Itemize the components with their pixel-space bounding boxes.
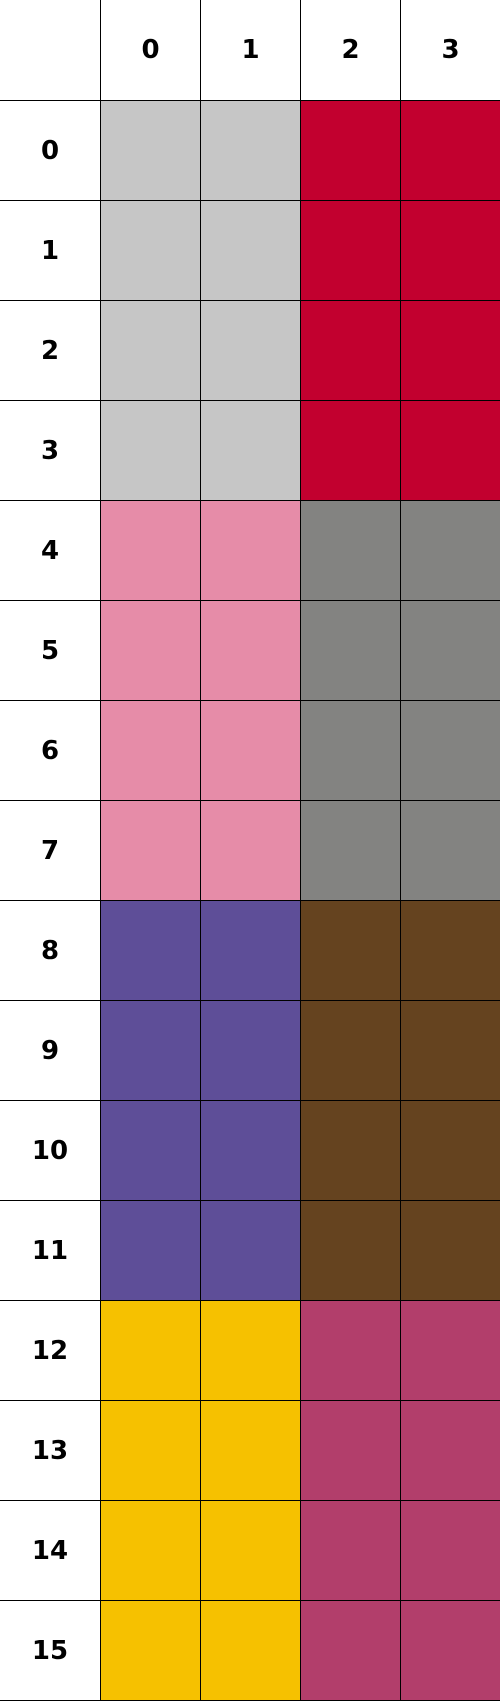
grid-cell-r8-c2 xyxy=(300,900,401,1001)
grid-cell-r12-c1 xyxy=(200,1300,301,1401)
grid-cell-r12-c2 xyxy=(300,1300,401,1401)
grid-cell-r15-c2 xyxy=(300,1600,401,1701)
row-header-11: 11 xyxy=(0,1200,101,1301)
grid-cell-r1-c0 xyxy=(100,200,201,301)
grid-cell-r14-c1 xyxy=(200,1500,301,1601)
grid-cell-r6-c0 xyxy=(100,700,201,801)
row-header-0: 0 xyxy=(0,100,101,201)
grid-cell-r6-c1 xyxy=(200,700,301,801)
grid-cell-r13-c0 xyxy=(100,1400,201,1501)
grid-cell-r5-c3 xyxy=(400,600,500,701)
row-header-5: 5 xyxy=(0,600,101,701)
grid-cell-r14-c2 xyxy=(300,1500,401,1601)
grid-cell-r7-c1 xyxy=(200,800,301,901)
row-header-6: 6 xyxy=(0,700,101,801)
grid-cell-r10-c3 xyxy=(400,1100,500,1201)
grid-cell-r13-c2 xyxy=(300,1400,401,1501)
row-header-14: 14 xyxy=(0,1500,101,1601)
row-header-15: 15 xyxy=(0,1600,101,1701)
grid-cell-r10-c2 xyxy=(300,1100,401,1201)
grid-cell-r11-c0 xyxy=(100,1200,201,1301)
grid-cell-r3-c0 xyxy=(100,400,201,501)
grid-cell-r6-c3 xyxy=(400,700,500,801)
grid-cell-r2-c0 xyxy=(100,300,201,401)
grid-cell-r4-c0 xyxy=(100,500,201,601)
row-header-8: 8 xyxy=(0,900,101,1001)
grid-cell-r3-c2 xyxy=(300,400,401,501)
grid-cell-r9-c3 xyxy=(400,1000,500,1101)
column-header-0: 0 xyxy=(100,0,201,101)
grid-cell-r8-c1 xyxy=(200,900,301,1001)
row-header-13: 13 xyxy=(0,1400,101,1501)
grid-cell-r0-c1 xyxy=(200,100,301,201)
grid-cell-r7-c0 xyxy=(100,800,201,901)
grid-cell-r15-c0 xyxy=(100,1600,201,1701)
grid-cell-r5-c0 xyxy=(100,600,201,701)
grid-cell-r11-c3 xyxy=(400,1200,500,1301)
grid-cell-r5-c2 xyxy=(300,600,401,701)
grid-cell-r7-c3 xyxy=(400,800,500,901)
grid-cell-r9-c0 xyxy=(100,1000,201,1101)
grid-cell-r14-c0 xyxy=(100,1500,201,1601)
row-header-9: 9 xyxy=(0,1000,101,1101)
grid-cell-r11-c1 xyxy=(200,1200,301,1301)
grid-cell-r9-c1 xyxy=(200,1000,301,1101)
grid-cell-r10-c1 xyxy=(200,1100,301,1201)
grid-cell-r3-c1 xyxy=(200,400,301,501)
column-header-1: 1 xyxy=(200,0,301,101)
row-header-1: 1 xyxy=(0,200,101,301)
grid-cell-r15-c1 xyxy=(200,1600,301,1701)
grid-cell-r1-c2 xyxy=(300,200,401,301)
grid-cell-r6-c2 xyxy=(300,700,401,801)
grid-cell-r1-c3 xyxy=(400,200,500,301)
grid-cell-r4-c3 xyxy=(400,500,500,601)
row-header-10: 10 xyxy=(0,1100,101,1201)
grid-cell-r13-c3 xyxy=(400,1400,500,1501)
grid-cell-r9-c2 xyxy=(300,1000,401,1101)
corner-cell xyxy=(0,0,101,101)
grid-cell-r2-c1 xyxy=(200,300,301,401)
row-header-12: 12 xyxy=(0,1300,101,1401)
grid-cell-r8-c3 xyxy=(400,900,500,1001)
grid-cell-r15-c3 xyxy=(400,1600,500,1701)
grid-cell-r4-c1 xyxy=(200,500,301,601)
grid-cell-r7-c2 xyxy=(300,800,401,901)
grid-cell-r10-c0 xyxy=(100,1100,201,1201)
grid-cell-r0-c2 xyxy=(300,100,401,201)
grid-cell-r4-c2 xyxy=(300,500,401,601)
row-header-7: 7 xyxy=(0,800,101,901)
grid-cell-r12-c3 xyxy=(400,1300,500,1401)
row-header-3: 3 xyxy=(0,400,101,501)
grid-cell-r13-c1 xyxy=(200,1400,301,1501)
grid-cell-r0-c0 xyxy=(100,100,201,201)
column-header-3: 3 xyxy=(400,0,500,101)
grid-cell-r5-c1 xyxy=(200,600,301,701)
grid-cell-r2-c2 xyxy=(300,300,401,401)
grid-cell-r14-c3 xyxy=(400,1500,500,1601)
grid-cell-r1-c1 xyxy=(200,200,301,301)
grid-cell-r2-c3 xyxy=(400,300,500,401)
grid-cell-r3-c3 xyxy=(400,400,500,501)
grid-cell-r12-c0 xyxy=(100,1300,201,1401)
column-header-2: 2 xyxy=(300,0,401,101)
row-header-4: 4 xyxy=(0,500,101,601)
grid-cell-r8-c0 xyxy=(100,900,201,1001)
grid-cell-r0-c3 xyxy=(400,100,500,201)
color-grid: 0 1 2 3 0 1 2 3 4 5 6 7 8 9 10 11 12 13 14 15 xyxy=(0,0,500,1701)
grid-cell-r11-c2 xyxy=(300,1200,401,1301)
row-header-2: 2 xyxy=(0,300,101,401)
